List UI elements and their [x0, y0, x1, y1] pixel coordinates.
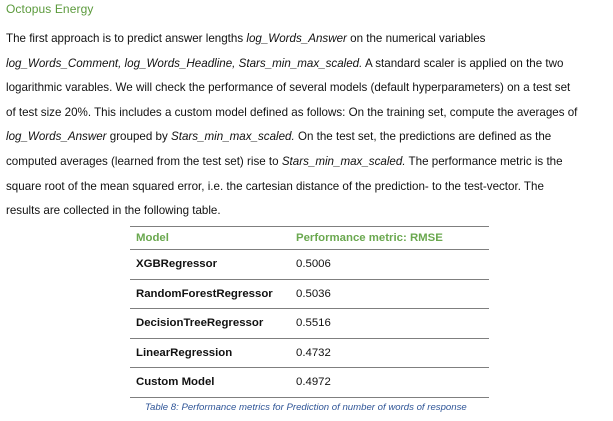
text-run: The performance metric is the: [405, 154, 563, 168]
italic-term: log_Words_Comment, log_Words_Headline, S…: [6, 56, 363, 70]
column-header-metric: Performance metric: RMSE: [290, 226, 489, 250]
table-cell-metric: 0.4732: [290, 338, 489, 368]
table-row: RandomForestRegressor 0.5036: [130, 279, 489, 309]
table-caption: Table 8: Performance metrics for Predict…: [145, 402, 467, 413]
italic-term: log_Words_Answer: [246, 32, 347, 45]
text-run: The first approach is to predict answer …: [6, 32, 247, 45]
table-cell-metric: 0.5516: [290, 308, 489, 339]
table-cell-model: RandomForestRegressor: [130, 279, 290, 309]
table-cell-model: XGBRegressor: [130, 249, 290, 280]
table-row: DecisionTreeRegressor 0.5516: [130, 308, 489, 339]
table-cell-metric: 0.5036: [290, 279, 489, 309]
table-cell-model: LinearRegression: [130, 338, 290, 368]
text-run: results are collected in the following t…: [6, 204, 221, 218]
body-paragraph: The first approach is to predict answer …: [6, 27, 609, 224]
paragraph-line: log_Words_Answer grouped by Stars_min_ma…: [6, 125, 609, 150]
text-run: grouped by: [106, 130, 171, 144]
table-cell-metric: 0.5006: [290, 249, 489, 280]
paragraph-line: of test size 20%. This includes a custom…: [6, 101, 609, 126]
table-cell-metric: 0.4972: [290, 367, 489, 398]
text-run: on the numerical variables: [346, 32, 486, 45]
paragraph-line: computed averages (learned from the test…: [6, 150, 609, 175]
results-table: Model Performance metric: RMSE XGBRegres…: [130, 226, 489, 398]
table-header-row: Model Performance metric: RMSE: [130, 226, 489, 250]
paragraph-line: square root of the mean squared error, i…: [6, 175, 609, 200]
column-header-model: Model: [130, 226, 290, 250]
header-brand: Octopus Energy: [6, 2, 94, 16]
text-run: logarithmic varables. We will check the …: [6, 81, 571, 95]
table-cell-model: Custom Model: [130, 367, 290, 398]
text-run: computed averages (learned from the test…: [6, 154, 282, 168]
text-run: A standard scaler is applied on the two: [362, 56, 564, 70]
text-run: square root of the mean squared error, i…: [6, 179, 544, 193]
italic-term: Stars_min_max_scaled.: [171, 130, 295, 144]
italic-term: Stars_min_max_scaled.: [281, 154, 406, 168]
text-run: of test size 20%. This includes a custom…: [6, 105, 578, 119]
paragraph-line: results are collected in the following t…: [6, 199, 609, 224]
italic-term: log_Words_Answer: [6, 130, 107, 144]
paragraph-line: logarithmic varables. We will check the …: [6, 76, 609, 101]
table-row: XGBRegressor 0.5006: [130, 249, 489, 280]
paragraph-line: log_Words_Comment, log_Words_Headline, S…: [6, 52, 609, 77]
table-cell-model: DecisionTreeRegressor: [130, 308, 290, 339]
paragraph-line: The first approach is to predict answer …: [6, 27, 609, 52]
text-run: On the test set, the predictions are def…: [294, 130, 552, 144]
table-row: Custom Model 0.4972: [130, 367, 489, 398]
table-row: LinearRegression 0.4732: [130, 338, 489, 368]
